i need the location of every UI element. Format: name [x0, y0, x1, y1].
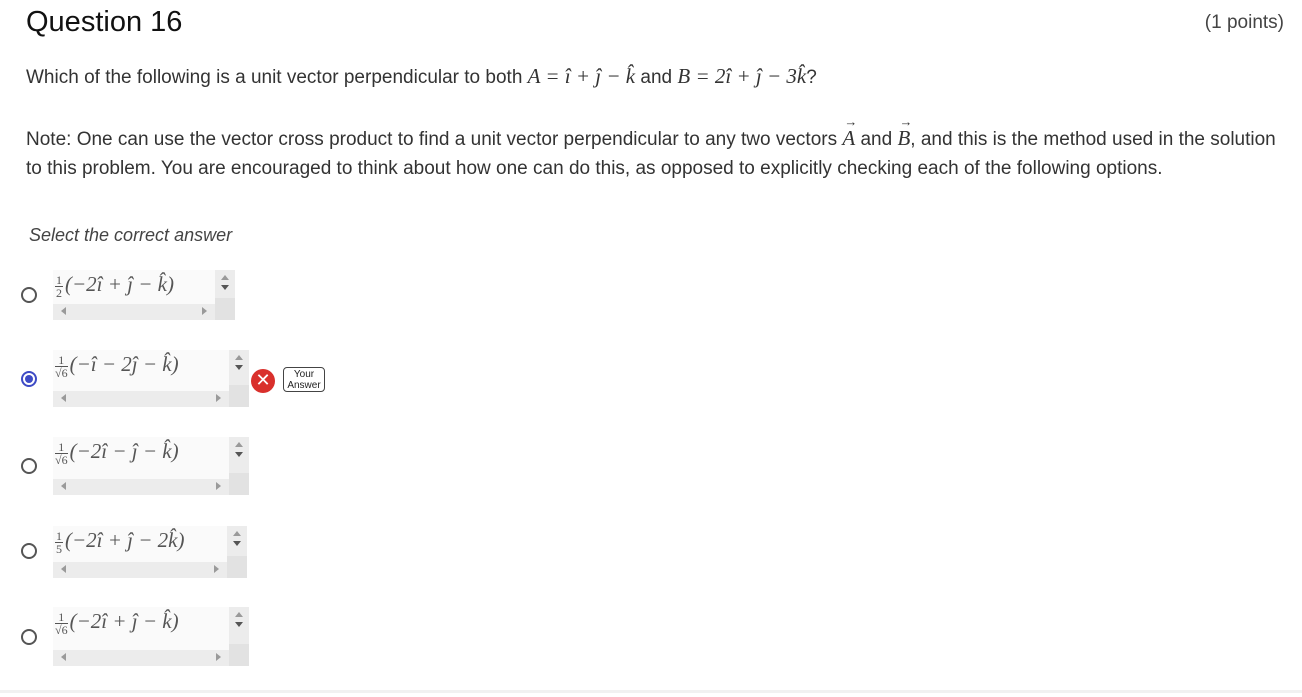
option-5-vector: (−2î + ĵ − k̂) [69, 609, 179, 633]
option-5-expression: 1 √6 (−2î + ĵ − k̂) [55, 609, 179, 636]
scrollbar-corner [229, 385, 249, 407]
option-3-coef-den: √6 [55, 452, 68, 467]
question-note: Note: One can use the vector cross produ… [26, 108, 1282, 183]
option-2-vector: (−î − 2ĵ − k̂) [69, 352, 179, 376]
option-4-scrollbox: 1 5 (−2î + ĵ − 2k̂) [53, 526, 247, 578]
your-answer-badge: Your Answer [283, 367, 325, 392]
scrollbar-corner [229, 473, 249, 495]
scroll-right-icon[interactable] [214, 565, 219, 573]
radio-button-2[interactable] [21, 371, 37, 387]
scroll-up-icon[interactable] [235, 612, 243, 617]
option-2-expression: 1 √6 (−î − 2ĵ − k̂) [55, 352, 179, 379]
option-2-vertical-scrollbar[interactable] [229, 350, 249, 407]
option-5-horizontal-scrollbar[interactable] [53, 650, 229, 666]
scroll-right-icon[interactable] [202, 307, 207, 315]
scroll-down-icon[interactable] [233, 541, 241, 546]
option-1-scrollbox: 1 2 (−2î + ĵ − k̂) [53, 270, 235, 320]
question-text-conjunction: and [635, 67, 678, 88]
scroll-down-icon[interactable] [235, 622, 243, 627]
option-4-horizontal-scrollbar[interactable] [53, 562, 227, 578]
scroll-up-icon[interactable] [235, 355, 243, 360]
scroll-down-icon[interactable] [235, 452, 243, 457]
option-1-coefficient: 12 [55, 274, 63, 299]
your-answer-line2: Answer [287, 380, 321, 391]
note-vector-a: A [842, 108, 857, 153]
option-2-scrollbox: 1 √6 (−î − 2ĵ − k̂) [53, 350, 249, 407]
scroll-up-icon[interactable] [235, 442, 243, 447]
scroll-left-icon[interactable] [61, 394, 66, 402]
option-5-coef-num: 1 [55, 611, 68, 624]
option-3-coef-num: 1 [55, 441, 68, 454]
option-2-horizontal-scrollbar[interactable] [53, 391, 229, 407]
option-2-coef-den: √6 [55, 365, 68, 380]
your-answer-line1: Your [293, 369, 315, 380]
option-5-coef-den: √6 [55, 622, 68, 637]
note-vector-b: B [897, 108, 912, 153]
scroll-left-icon[interactable] [61, 307, 66, 315]
option-4-coef-num: 1 [55, 528, 63, 543]
incorrect-icon: ✕ [251, 369, 275, 393]
option-2-coef-num: 1 [55, 354, 68, 367]
option-1-vector: (−2î + ĵ − k̂) [65, 272, 174, 296]
option-2-coefficient: 1 √6 [55, 354, 68, 379]
radio-button-5[interactable] [21, 629, 37, 645]
scroll-right-icon[interactable] [216, 653, 221, 661]
option-1-expression: 1 2 (−2î + ĵ − k̂) [55, 272, 174, 299]
scroll-up-icon[interactable] [221, 275, 229, 280]
option-3-expression: 1 √6 (−2î − ĵ − k̂) [55, 439, 179, 466]
scroll-down-icon[interactable] [235, 365, 243, 370]
scroll-left-icon[interactable] [61, 482, 66, 490]
radio-button-1[interactable] [21, 287, 37, 303]
option-3-coefficient: 1 √6 [55, 441, 68, 466]
scrollbar-corner [215, 298, 235, 320]
question-text: Which of the following is a unit vector … [26, 64, 817, 89]
option-4-coefficient: 15 [55, 530, 63, 555]
option-3-scrollbox: 1 √6 (−2î − ĵ − k̂) [53, 437, 249, 495]
option-4-expression: 1 5 (−2î + ĵ − 2k̂) [55, 528, 185, 555]
option-1-coef-den: 2 [56, 285, 62, 300]
question-title: Question 16 [26, 6, 183, 38]
scroll-right-icon[interactable] [216, 482, 221, 490]
question-text-prefix: Which of the following is a unit vector … [26, 67, 528, 88]
scroll-left-icon[interactable] [61, 653, 66, 661]
option-4-vector: (−2î + ĵ − 2k̂) [65, 528, 185, 552]
scroll-down-icon[interactable] [221, 285, 229, 290]
option-5-vertical-scrollbar[interactable] [229, 607, 249, 666]
select-answer-label: Select the correct answer [29, 225, 233, 245]
radio-button-3[interactable] [21, 458, 37, 474]
note-and: and [855, 129, 898, 150]
option-3-horizontal-scrollbar[interactable] [53, 479, 229, 495]
radio-button-4[interactable] [21, 543, 37, 559]
question-text-suffix: ? [806, 67, 817, 88]
option-4-vertical-scrollbar[interactable] [227, 526, 247, 578]
scroll-up-icon[interactable] [233, 531, 241, 536]
option-5-coefficient: 1 √6 [55, 611, 68, 636]
scrollbar-corner [227, 556, 247, 578]
option-3-vertical-scrollbar[interactable] [229, 437, 249, 495]
note-part1: Note: One can use the vector cross produ… [26, 129, 843, 150]
option-4-coef-den: 5 [56, 541, 62, 556]
scroll-left-icon[interactable] [61, 565, 66, 573]
vector-b-formula: B = 2î + ĵ − 3k̂ [677, 64, 807, 88]
question-points: (1 points) [1204, 12, 1284, 33]
option-1-horizontal-scrollbar[interactable] [53, 304, 215, 320]
scroll-right-icon[interactable] [216, 394, 221, 402]
option-5-scrollbox: 1 √6 (−2î + ĵ − k̂) [53, 607, 249, 666]
option-1-coef-num: 1 [55, 272, 63, 287]
option-3-vector: (−2î − ĵ − k̂) [69, 439, 179, 463]
option-1-vertical-scrollbar[interactable] [215, 270, 235, 320]
vector-a-formula: A = î + ĵ − k̂ [527, 64, 636, 88]
scrollbar-corner [229, 644, 249, 666]
bottom-divider [0, 690, 1302, 693]
